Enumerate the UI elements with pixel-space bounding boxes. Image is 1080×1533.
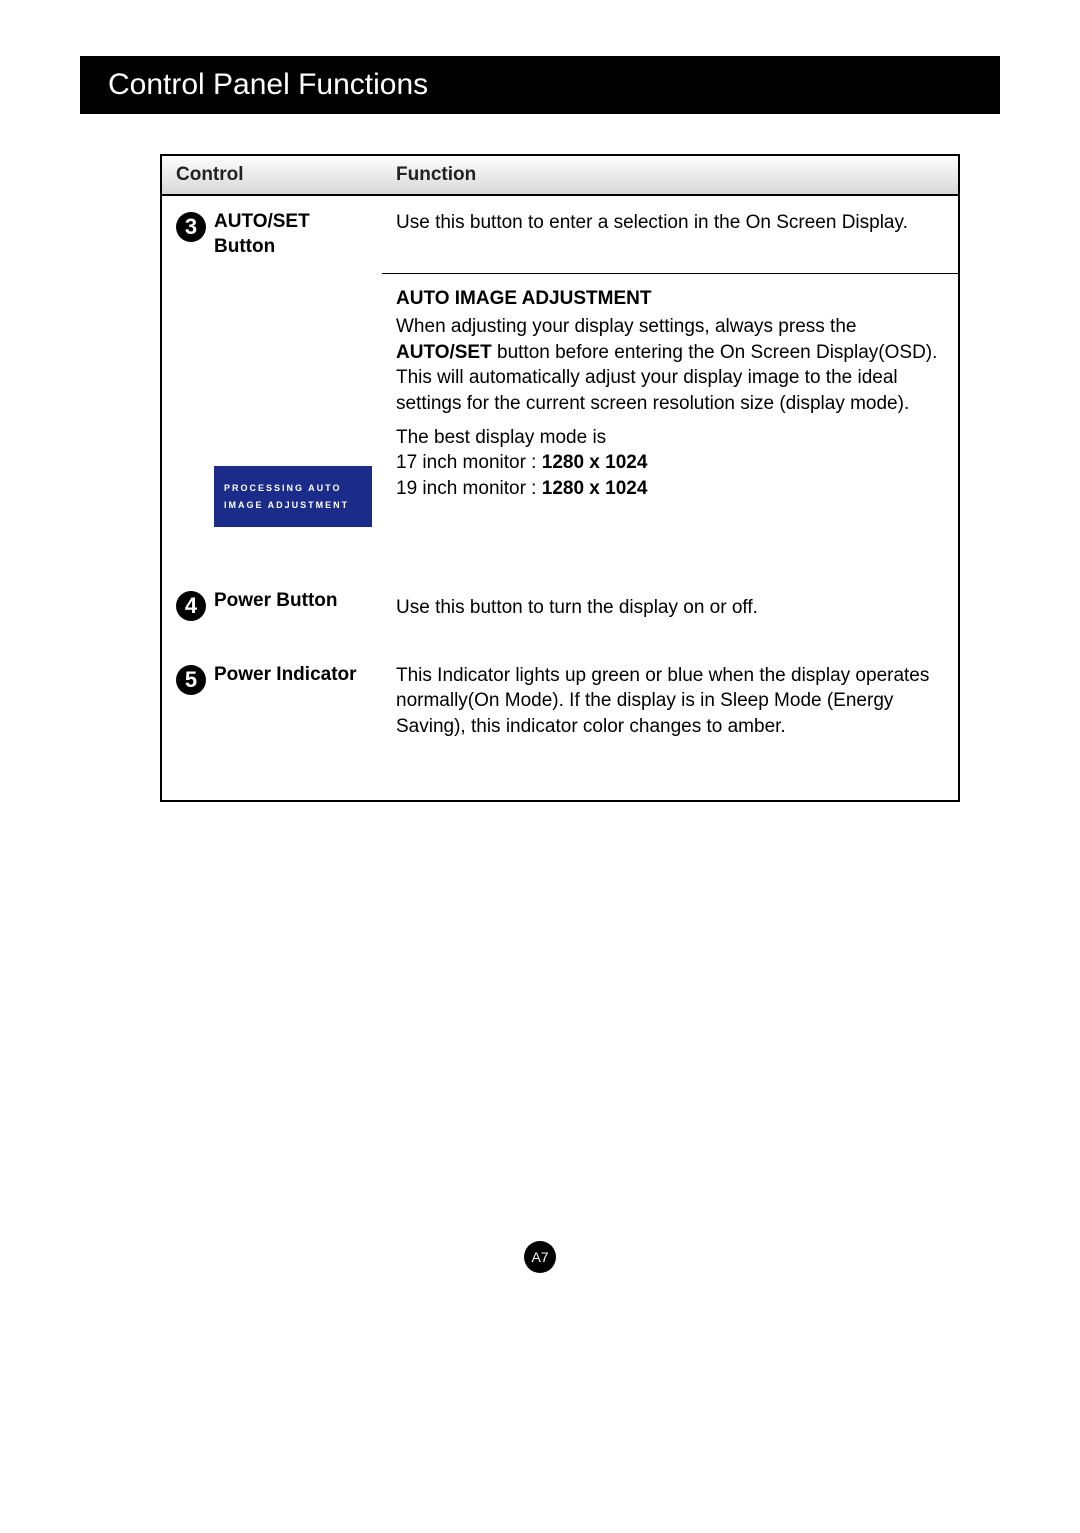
mode-19: 19 inch monitor : 1280 x 1024 (396, 476, 944, 502)
control-label: AUTO/SET Button (214, 210, 310, 259)
table-row: 5 Power Indicator This Indicator lights … (162, 651, 958, 800)
control-label-line2: Button (214, 236, 275, 257)
mode-17-val: 1280 x 1024 (542, 452, 648, 473)
mode-17: 17 inch monitor : 1280 x 1024 (396, 450, 944, 476)
table-row: PROCESSING AUTO IMAGE ADJUSTMENT AUTO IM… (162, 274, 958, 576)
processing-line1: PROCESSING AUTO (224, 480, 362, 496)
mode-17-pre: 17 inch monitor : (396, 452, 542, 473)
body-pre: When adjusting your display settings, al… (396, 316, 856, 337)
control-cell: 5 Power Indicator (176, 663, 396, 740)
mode-intro: The best display mode is (396, 425, 944, 451)
number-badge: 4 (176, 591, 206, 621)
display-mode-block: The best display mode is 17 inch monitor… (396, 425, 944, 502)
table-row: 3 AUTO/SET Button Use this button to ent… (162, 196, 958, 273)
auto-image-adjustment-body: When adjusting your display settings, al… (396, 314, 944, 417)
table-body: 3 AUTO/SET Button Use this button to ent… (162, 196, 958, 800)
processing-indicator-box: PROCESSING AUTO IMAGE ADJUSTMENT (214, 466, 372, 526)
page-title: Control Panel Functions (108, 68, 428, 101)
control-label-line1: AUTO/SET (214, 211, 310, 232)
mode-19-pre: 19 inch monitor : (396, 478, 542, 499)
control-label: Power Indicator (214, 663, 357, 688)
auto-image-adjustment-title: AUTO IMAGE ADJUSTMENT (396, 286, 944, 312)
column-header-control: Control (162, 156, 382, 194)
page-header: Control Panel Functions (80, 56, 1000, 114)
function-cell: AUTO IMAGE ADJUSTMENT When adjusting you… (396, 286, 944, 526)
body-bold: AUTO/SET (396, 342, 492, 363)
column-header-function: Function (382, 156, 958, 194)
function-cell: Use this button to turn the display on o… (396, 589, 944, 621)
control-cell: PROCESSING AUTO IMAGE ADJUSTMENT (176, 286, 396, 526)
table-header-row: Control Function (162, 156, 958, 196)
mode-19-val: 1280 x 1024 (542, 478, 648, 499)
function-cell: This Indicator lights up green or blue w… (396, 663, 944, 740)
number-badge: 5 (176, 665, 206, 695)
control-cell: 3 AUTO/SET Button (176, 210, 396, 259)
control-cell: 4 Power Button (176, 589, 396, 621)
page-number: A7 (531, 1249, 548, 1265)
processing-line2: IMAGE ADJUSTMENT (224, 497, 362, 513)
function-cell: Use this button to enter a selection in … (396, 210, 944, 259)
table-row: 4 Power Button Use this button to turn t… (162, 577, 958, 651)
number-badge: 3 (176, 212, 206, 242)
page-number-badge: A7 (524, 1241, 556, 1273)
control-label: Power Button (214, 589, 338, 614)
functions-table: Control Function 3 AUTO/SET Button Use t… (160, 154, 960, 802)
